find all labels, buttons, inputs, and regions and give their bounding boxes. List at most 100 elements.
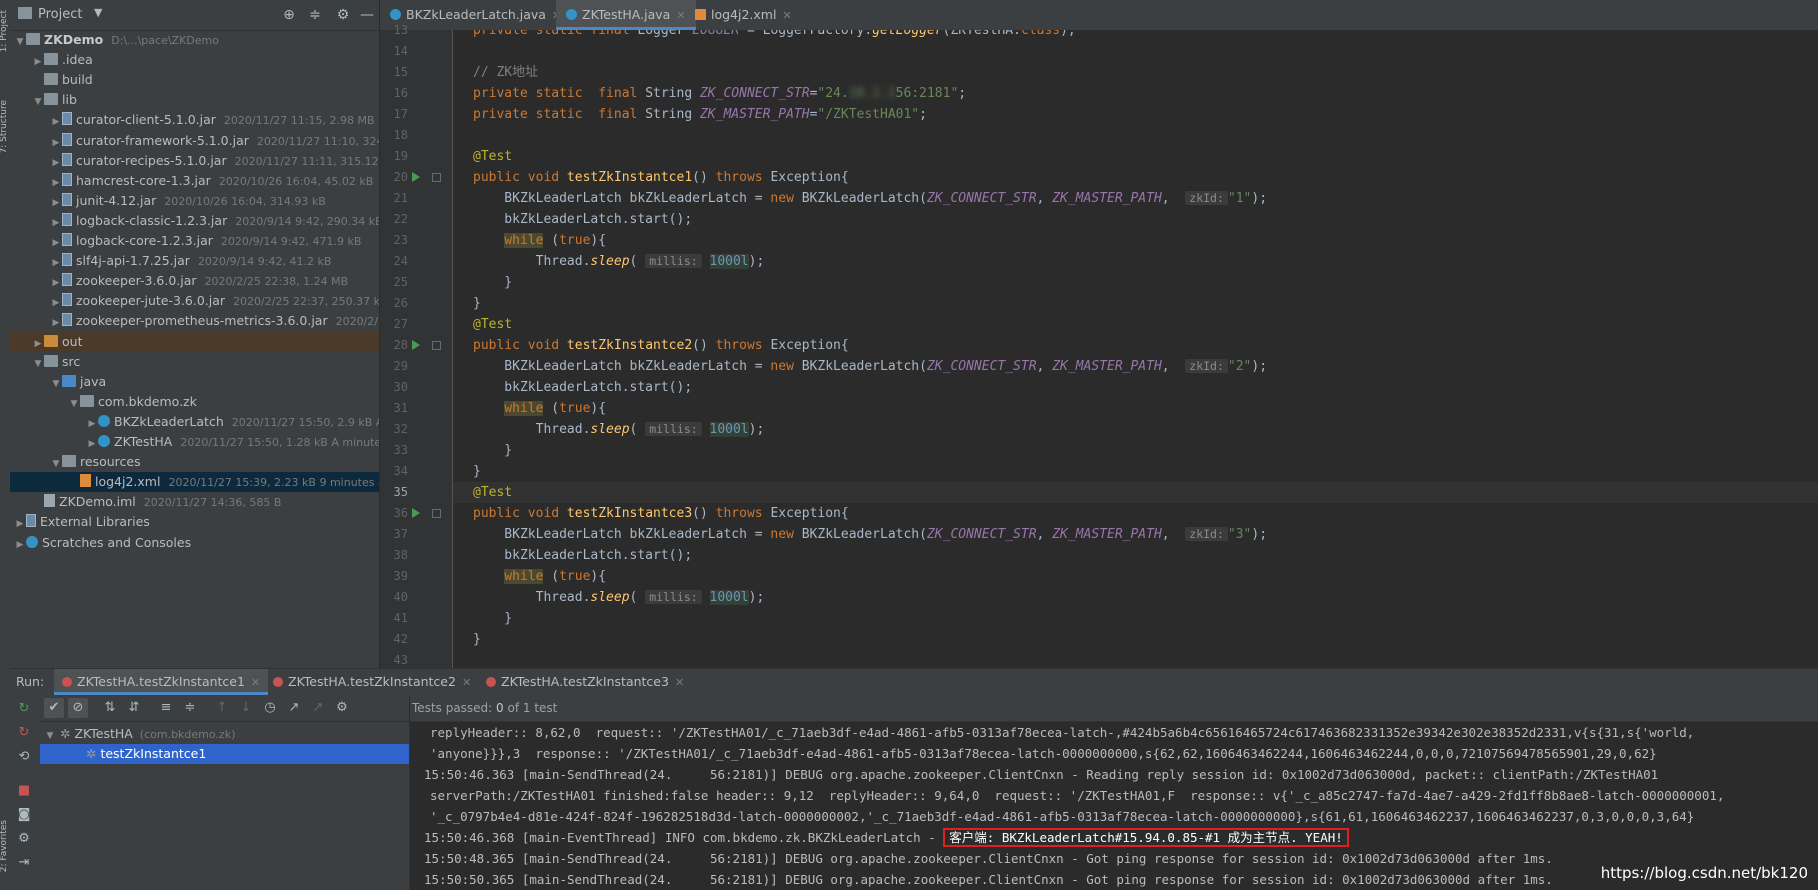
import-icon[interactable]: ↗ [308, 698, 328, 718]
project-tree-item[interactable]: ▼ java [10, 372, 379, 392]
stop-icon[interactable]: ■ [14, 781, 34, 801]
project-tree-item[interactable]: ▼ ZKDemo D:\...\pace\ZKDemo [10, 30, 379, 50]
editor-tab-zktestha[interactable]: ZKTestHA.java ✕ [556, 0, 696, 30]
jar-icon [62, 132, 72, 146]
chevron-down-icon[interactable]: ▼ [32, 92, 44, 112]
export-icon[interactable]: ↗ [284, 698, 304, 718]
collapse-all-icon[interactable]: ≑ [306, 6, 324, 24]
editor-tab-bkzkleaderlatch[interactable]: BKZkLeaderLatch.java✕ [380, 0, 571, 30]
project-tree-item[interactable]: build [10, 70, 379, 90]
chevron-right-icon[interactable]: ▶ [50, 153, 62, 173]
chevron-right-icon[interactable]: ▶ [50, 293, 62, 313]
code-editor[interactable]: private static final Logger LOGGER = Log… [453, 30, 1818, 668]
chevron-down-icon[interactable]: ▼ [50, 374, 62, 394]
show-passed-icon[interactable]: ✔ [44, 698, 64, 718]
chevron-right-icon[interactable]: ▶ [50, 133, 62, 153]
project-tree-item[interactable]: ▶ BKZkLeaderLatch 2020/11/27 15:50, 2.9 kB… [10, 412, 379, 432]
close-icon[interactable]: ✕ [675, 676, 684, 689]
editor-tab-log4j2[interactable]: log4j2.xml ✕ [685, 0, 802, 30]
project-tree-item[interactable]: ▼ com.bkdemo.zk [10, 392, 379, 412]
project-tree-item[interactable]: log4j2.xml 2020/11/27 15:39, 2.23 kB 9 mi… [10, 472, 379, 493]
project-tree-item[interactable]: ▶ .idea [10, 50, 379, 70]
project-tree-item[interactable]: ▶ zookeeper-jute-3.6.0.jar 2020/2/25 22:37… [10, 291, 379, 311]
project-tree-item[interactable]: ▶ logback-core-1.2.3.jar 2020/9/14 9:42, 4… [10, 231, 379, 251]
run-tab-instance3[interactable]: ZKTestHA.testZkInstantce3 ✕ [478, 669, 692, 695]
expand-all-icon[interactable]: ≡ [156, 698, 176, 718]
project-tree-item[interactable]: ▶ curator-framework-5.1.0.jar 2020/11/27 1… [10, 131, 379, 151]
show-ignored-icon[interactable]: ⊘ [68, 698, 88, 718]
chevron-right-icon[interactable]: ▶ [32, 52, 44, 72]
run-tab-instance1[interactable]: ZKTestHA.testZkInstantce1 ✕ [54, 669, 269, 695]
test-class-row[interactable]: ▼ ✲ ZKTestHA (com.bkdemo.zk) [40, 724, 409, 744]
project-tree-item[interactable]: ZKDemo.iml 2020/11/27 14:36, 585 B [10, 492, 379, 512]
project-tree-item[interactable]: ▼ src [10, 352, 379, 372]
project-view-selector[interactable]: Project [38, 7, 82, 22]
line-number: 42 [393, 632, 408, 646]
settings-icon[interactable]: ⚙ [14, 829, 34, 849]
project-tree-item[interactable]: ▼ resources [10, 452, 379, 472]
tab-label: log4j2.xml [711, 7, 777, 22]
sort-duration-icon[interactable]: ⇵ [124, 698, 144, 718]
exit-icon[interactable]: ⇥ [14, 853, 34, 873]
project-tree-item[interactable]: ▶ logback-classic-1.2.3.jar 2020/9/14 9:42… [10, 211, 379, 231]
collapse-all-icon[interactable]: ≑ [180, 698, 200, 718]
project-tree-item[interactable]: ▶ zookeeper-3.6.0.jar 2020/2/25 22:38, 1.2… [10, 271, 379, 291]
locate-icon[interactable]: ⊕ [280, 6, 298, 24]
project-tree-item[interactable]: ▶ Scratches and Consoles [10, 533, 379, 553]
previous-failed-icon[interactable]: ↑ [212, 698, 232, 718]
camera-icon[interactable]: ◙ [14, 805, 34, 825]
next-failed-icon[interactable]: ↓ [236, 698, 256, 718]
hide-panel-icon[interactable]: — [358, 6, 376, 24]
project-tree-item[interactable]: ▶ zookeeper-prometheus-metrics-3.6.0.jar 2… [10, 311, 379, 331]
project-tree-item[interactable]: ▶ hamcrest-core-1.3.jar 2020/10/26 16:04, … [10, 171, 379, 191]
project-tree-item[interactable]: ▶ External Libraries [10, 512, 379, 532]
rerun-icon[interactable]: ↻ [14, 699, 34, 719]
project-tree-item[interactable]: ▶ junit-4.12.jar 2020/10/26 16:04, 314.93 … [10, 191, 379, 211]
chevron-right-icon[interactable]: ▶ [50, 273, 62, 293]
chevron-right-icon[interactable]: ▶ [50, 173, 62, 193]
close-icon[interactable]: ✕ [251, 676, 260, 689]
history-icon[interactable]: ◷ [260, 698, 280, 718]
chevron-right-icon[interactable]: ▶ [86, 434, 98, 454]
chevron-right-icon[interactable]: ▶ [50, 213, 62, 233]
chevron-right-icon[interactable]: ▶ [50, 253, 62, 273]
gear-icon[interactable]: ⚙ [332, 698, 352, 718]
line-number: 18 [393, 128, 408, 142]
chevron-down-icon[interactable]: ▼ [44, 726, 56, 746]
chevron-right-icon[interactable]: ▶ [32, 334, 44, 354]
chevron-down-icon[interactable]: ▼ [94, 6, 102, 19]
chevron-down-icon[interactable]: ▼ [68, 394, 80, 414]
close-icon[interactable]: ✕ [462, 676, 471, 689]
chevron-right-icon[interactable]: ▶ [50, 233, 62, 253]
project-tree-item[interactable]: ▶ slf4j-api-1.7.25.jar 2020/9/14 9:42, 41.… [10, 251, 379, 271]
project-tree-item[interactable]: ▶ curator-recipes-5.1.0.jar 2020/11/27 11:… [10, 151, 379, 171]
fold-icon[interactable] [432, 341, 441, 350]
rerun-failed-icon[interactable]: ↻ [14, 723, 34, 743]
project-tree-item[interactable]: ▼ lib [10, 90, 379, 110]
chevron-down-icon[interactable]: ▼ [32, 354, 44, 374]
run-test-icon[interactable] [412, 340, 420, 350]
project-tree-item[interactable]: ▶ ZKTestHA 2020/11/27 15:50, 1.28 kB A min… [10, 432, 379, 452]
chevron-down-icon[interactable]: ▼ [50, 454, 62, 474]
run-test-icon[interactable] [412, 172, 420, 182]
chevron-right-icon[interactable]: ▶ [50, 112, 62, 132]
chevron-right-icon[interactable]: ▶ [14, 514, 26, 534]
fold-icon[interactable] [432, 509, 441, 518]
fold-icon[interactable] [432, 173, 441, 182]
chevron-right-icon[interactable]: ▶ [86, 414, 98, 434]
chevron-right-icon[interactable]: ▶ [14, 535, 26, 555]
sort-alpha-icon[interactable]: ⇅ [100, 698, 120, 718]
project-tree-item[interactable]: ▶ out [10, 331, 379, 354]
chevron-right-icon[interactable]: ▶ [50, 313, 62, 333]
tree-item-label: ZKDemo.iml [59, 494, 136, 510]
line-number: 34 [393, 464, 408, 478]
chevron-down-icon[interactable]: ▼ [14, 32, 26, 52]
run-tab-instance2[interactable]: ZKTestHA.testZkInstantce2 ✕ [265, 669, 479, 695]
project-tree-item[interactable]: ▶ curator-client-5.1.0.jar 2020/11/27 11:1… [10, 110, 379, 130]
chevron-right-icon[interactable]: ▶ [50, 193, 62, 213]
gear-icon[interactable]: ⚙ [334, 6, 352, 24]
toggle-auto-test-icon[interactable]: ⟲ [14, 747, 34, 767]
test-method-row[interactable]: ✲ testZkInstantce1 [40, 744, 409, 764]
run-test-icon[interactable] [412, 508, 420, 518]
close-icon[interactable]: ✕ [782, 9, 791, 22]
